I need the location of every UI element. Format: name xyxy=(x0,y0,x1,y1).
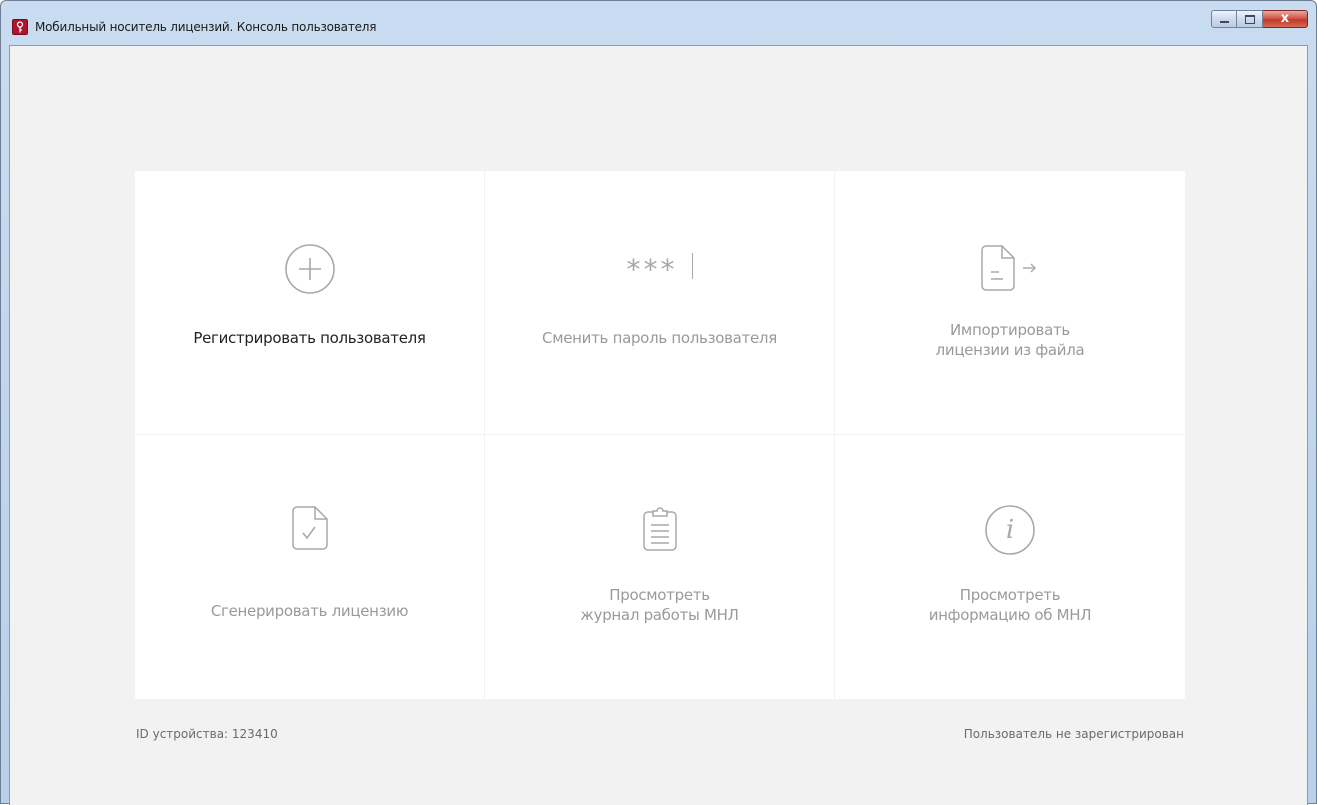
action-grid: Регистрировать пользователя *** Сменить … xyxy=(135,171,1185,699)
tile-change-password[interactable]: *** Сменить пароль пользователя xyxy=(485,171,834,434)
license-check-icon xyxy=(291,506,328,550)
info-circle-icon: i xyxy=(984,504,1036,556)
tile-generate-license-label: Сгенерировать лицензию xyxy=(210,602,409,620)
main-content: Регистрировать пользователя *** Сменить … xyxy=(9,45,1308,805)
close-icon: x xyxy=(1280,11,1290,26)
tile-import-licenses[interactable]: Импортировать лицензии из файла xyxy=(835,171,1185,434)
device-id: ID устройства: 123410 xyxy=(136,727,278,741)
close-button[interactable]: x xyxy=(1263,10,1308,28)
tile-register-user[interactable]: Регистрировать пользователя xyxy=(135,171,484,434)
window-controls: x xyxy=(1211,10,1308,30)
plus-circle-icon xyxy=(284,244,335,294)
tile-register-user-label: Регистрировать пользователя xyxy=(193,329,426,347)
tile-view-info-label-line1: Просмотреть xyxy=(959,586,1061,604)
tile-view-log[interactable]: Просмотреть журнал работы МНЛ xyxy=(485,435,834,699)
tile-view-log-label-line2: журнал работы МНЛ xyxy=(580,606,739,624)
key-icon xyxy=(12,19,28,35)
tile-generate-license[interactable]: Сгенерировать лицензию xyxy=(135,435,484,699)
import-file-icon xyxy=(981,245,1036,291)
user-status: Пользователь не зарегистрирован xyxy=(963,727,1184,741)
tile-view-log-label-line1: Просмотреть xyxy=(609,586,710,604)
password-icon: *** xyxy=(620,249,700,286)
tile-change-password-label: Сменить пароль пользователя xyxy=(542,329,777,347)
tile-import-licenses-label-line1: Импортировать xyxy=(950,321,1070,339)
app-window: Мобильный носитель лицензий. Консоль пол… xyxy=(0,0,1317,805)
tile-view-info-label-line2: информацию об МНЛ xyxy=(928,606,1092,624)
clipboard-log-icon xyxy=(642,507,677,551)
minimize-button[interactable] xyxy=(1211,10,1237,28)
maximize-button[interactable] xyxy=(1237,10,1263,28)
window-title: Мобильный носитель лицензий. Консоль пол… xyxy=(35,20,377,34)
tile-view-info[interactable]: i Просмотреть информацию об МНЛ xyxy=(835,435,1185,699)
tile-import-licenses-label-line2: лицензии из файла xyxy=(935,341,1085,359)
title-bar[interactable]: Мобильный носитель лицензий. Консоль пол… xyxy=(1,1,1316,45)
